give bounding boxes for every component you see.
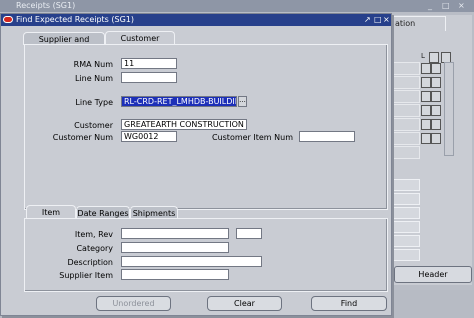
bg-grid-cell	[392, 62, 420, 75]
bg-field[interactable]	[392, 235, 420, 247]
row-checkbox[interactable]	[431, 119, 441, 130]
row-checkbox[interactable]	[431, 77, 441, 88]
row-checkbox[interactable]	[431, 91, 441, 102]
customer-num-field[interactable]: WG0012	[121, 131, 177, 142]
bg-grid-cell	[392, 104, 420, 117]
bg-field[interactable]	[392, 179, 420, 191]
maximize-icon[interactable]: □	[442, 0, 450, 12]
header-button[interactable]: Header	[394, 266, 472, 283]
list-of-values-icon[interactable]: ...	[238, 96, 247, 107]
line-type-label: Line Type	[75, 98, 113, 107]
bg-grid-cell	[392, 132, 420, 145]
revision-field[interactable]	[236, 228, 262, 239]
vertical-scrollbar[interactable]	[444, 62, 454, 156]
customer-item-num-field[interactable]	[299, 131, 355, 142]
category-field[interactable]	[121, 242, 229, 253]
bg-field[interactable]	[392, 249, 420, 261]
dialog-title: Find Expected Receipts (SG1)	[16, 15, 134, 24]
find-button-label: Find	[340, 299, 358, 308]
clear-button[interactable]: Clear	[207, 296, 282, 311]
supplier-item-field[interactable]	[121, 269, 229, 280]
tab-customer[interactable]: Customer	[105, 31, 175, 45]
column-header-l: L	[421, 52, 425, 60]
tab-label: Customer	[120, 34, 160, 43]
description-field[interactable]	[121, 256, 262, 267]
row-checkbox[interactable]	[431, 133, 441, 144]
resize-icon[interactable]: ↗	[364, 14, 371, 26]
row-checkbox[interactable]	[421, 119, 431, 130]
close-icon[interactable]: ×	[458, 0, 465, 12]
customer-item-num-label: Customer Item Num	[211, 133, 293, 142]
item-field[interactable]	[121, 228, 229, 239]
row-checkbox[interactable]	[421, 77, 431, 88]
row-checkbox[interactable]	[421, 105, 431, 116]
clear-button-label: Clear	[234, 299, 255, 308]
bg-grid-cell	[392, 118, 420, 131]
unordered-button[interactable]: Unordered	[96, 296, 171, 311]
row-checkbox[interactable]	[421, 91, 431, 102]
receipts-window-title: Receipts (SG1)	[16, 1, 76, 10]
close-icon[interactable]: ×	[383, 14, 390, 26]
bg-grid-cell	[392, 146, 420, 159]
oracle-logo-icon	[3, 16, 13, 23]
tab-label: Item	[41, 208, 61, 217]
find-expected-receipts-dialog: Find Expected Receipts (SG1) ↗ □ × Suppl…	[0, 13, 392, 316]
line-type-field[interactable]: RL-CRD-RET_LMHDB-BUILDING	[121, 96, 237, 107]
column-header-checkbox	[429, 52, 439, 63]
customer-num-label: Customer Num	[52, 133, 113, 142]
maximize-icon[interactable]: □	[374, 14, 382, 26]
item-rev-label: Item, Rev	[74, 230, 113, 239]
bg-field[interactable]	[392, 193, 420, 205]
tab-item[interactable]: Item	[26, 205, 76, 219]
bg-field[interactable]	[392, 207, 420, 219]
row-checkbox[interactable]	[421, 63, 431, 74]
row-checkbox[interactable]	[421, 133, 431, 144]
tab-label: Date Ranges	[77, 209, 129, 218]
line-num-label: Line Num	[74, 74, 113, 83]
bg-grid-cell	[392, 76, 420, 89]
description-label: Description	[67, 258, 113, 267]
customer-label: Customer	[74, 121, 113, 130]
receipts-title-bar: Receipts (SG1) _ □ ×	[0, 0, 474, 12]
tab-transaction-partial[interactable]: ation	[388, 16, 446, 31]
bg-grid-cell	[392, 90, 420, 103]
line-num-field[interactable]	[121, 72, 177, 83]
unordered-button-label: Unordered	[112, 299, 155, 308]
rma-num-label: RMA Num	[73, 60, 113, 69]
row-checkbox[interactable]	[431, 63, 441, 74]
minimize-icon[interactable]: _	[428, 0, 432, 12]
row-checkbox[interactable]	[431, 105, 441, 116]
customer-field[interactable]: GREATEARTH CONSTRUCTION PTE	[121, 119, 247, 130]
tab-label: Shipments	[132, 209, 176, 218]
rma-num-field[interactable]: 11	[121, 58, 177, 69]
category-label: Category	[76, 244, 113, 253]
find-button[interactable]: Find	[311, 296, 387, 311]
dialog-title-bar: Find Expected Receipts (SG1) ↗ □ ×	[1, 14, 391, 26]
bg-field[interactable]	[392, 221, 420, 233]
supplier-item-label: Supplier Item	[59, 271, 113, 280]
